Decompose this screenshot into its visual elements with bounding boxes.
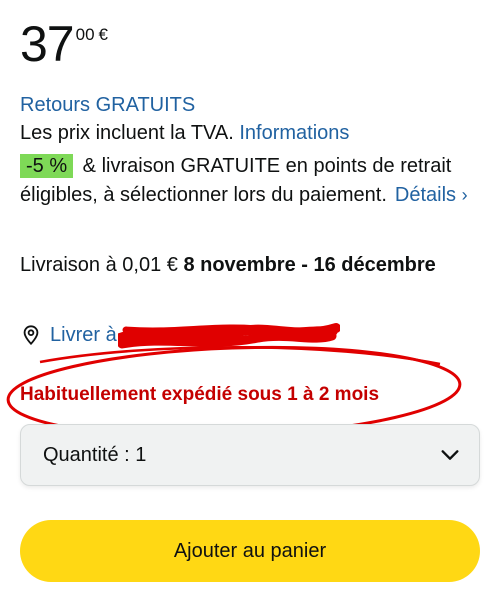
price-currency: €: [98, 25, 109, 44]
price: 37 00 €: [20, 18, 108, 70]
add-to-cart-button[interactable]: Ajouter au panier: [20, 520, 480, 582]
price-fraction: 00: [75, 25, 95, 44]
quantity-select[interactable]: Quantité : 1: [20, 424, 480, 486]
chevron-down-icon: [441, 450, 459, 460]
free-returns-link[interactable]: Retours GRATUITS: [20, 92, 195, 118]
details-link[interactable]: Détails ›: [395, 184, 468, 206]
vat-text: Les prix incluent la TVA.: [20, 122, 240, 144]
promo-block: -5 % & livraison GRATUITE en points de r…: [20, 152, 470, 210]
delivery-prefix: Livraison à 0,01 €: [20, 254, 184, 276]
vat-info-link[interactable]: Informations: [239, 122, 349, 144]
discount-badge: -5 %: [20, 154, 74, 178]
quantity-label: Quantité : 1: [43, 443, 147, 466]
chevron-right-icon: ›: [461, 185, 468, 205]
price-whole: 37: [20, 16, 75, 72]
delivery-info: Livraison à 0,01 € 8 novembre - 16 décem…: [20, 251, 460, 279]
promo-text: & livraison GRATUITE en points de retrai…: [20, 155, 452, 206]
vat-notice: Les prix incluent la TVA. Informations: [20, 120, 349, 146]
details-link-label: Détails: [394, 184, 457, 206]
delivery-dates: 8 novembre - 16 décembre: [183, 254, 436, 276]
